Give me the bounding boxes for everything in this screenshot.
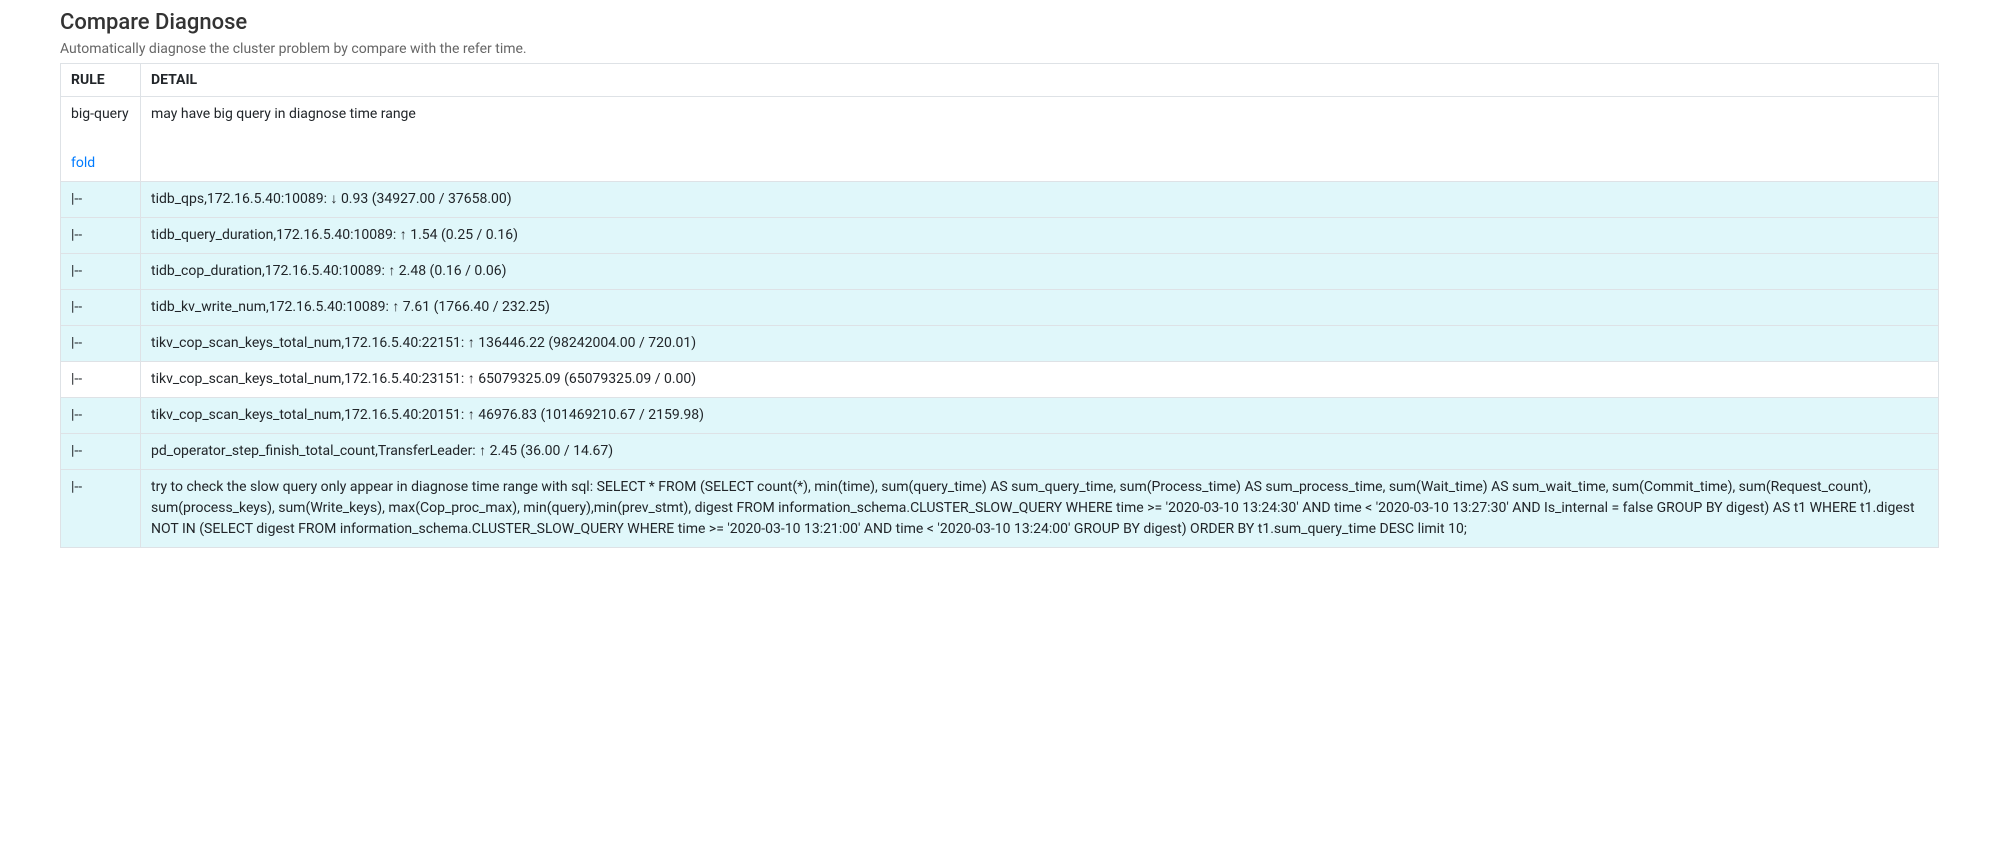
table-row: |--tidb_qps,172.16.5.40:10089: ↓ 0.93 (3… xyxy=(61,182,1939,218)
detail-cell: tikv_cop_scan_keys_total_num,172.16.5.40… xyxy=(141,362,1939,398)
detail-cell: may have big query in diagnose time rang… xyxy=(141,97,1939,182)
detail-cell: tikv_cop_scan_keys_total_num,172.16.5.40… xyxy=(141,398,1939,434)
diagnose-table: RULE DETAIL big-query fold may have big … xyxy=(60,63,1939,548)
detail-cell: try to check the slow query only appear … xyxy=(141,470,1939,548)
fold-link[interactable]: fold xyxy=(71,153,130,174)
rule-cell: |-- xyxy=(61,290,141,326)
table-row: |--tidb_query_duration,172.16.5.40:10089… xyxy=(61,218,1939,254)
rule-cell: |-- xyxy=(61,470,141,548)
detail-cell: tikv_cop_scan_keys_total_num,172.16.5.40… xyxy=(141,326,1939,362)
rule-cell: |-- xyxy=(61,326,141,362)
detail-cell: tidb_cop_duration,172.16.5.40:10089: ↑ 2… xyxy=(141,254,1939,290)
rule-cell: |-- xyxy=(61,434,141,470)
detail-cell: tidb_qps,172.16.5.40:10089: ↓ 0.93 (3492… xyxy=(141,182,1939,218)
table-row: |--tikv_cop_scan_keys_total_num,172.16.5… xyxy=(61,326,1939,362)
table-row: |--pd_operator_step_finish_total_count,T… xyxy=(61,434,1939,470)
table-row: |--tidb_kv_write_num,172.16.5.40:10089: … xyxy=(61,290,1939,326)
rule-cell: |-- xyxy=(61,398,141,434)
col-header-detail: DETAIL xyxy=(141,64,1939,97)
table-row: |--tidb_cop_duration,172.16.5.40:10089: … xyxy=(61,254,1939,290)
page-subtitle: Automatically diagnose the cluster probl… xyxy=(60,41,1939,57)
detail-cell: tidb_query_duration,172.16.5.40:10089: ↑… xyxy=(141,218,1939,254)
rule-cell: |-- xyxy=(61,218,141,254)
table-row: |--tikv_cop_scan_keys_total_num,172.16.5… xyxy=(61,398,1939,434)
detail-cell: pd_operator_step_finish_total_count,Tran… xyxy=(141,434,1939,470)
table-row: |--try to check the slow query only appe… xyxy=(61,470,1939,548)
rule-name: big-query xyxy=(71,106,129,122)
rule-cell: big-query fold xyxy=(61,97,141,182)
table-row: |--tikv_cop_scan_keys_total_num,172.16.5… xyxy=(61,362,1939,398)
rule-cell: |-- xyxy=(61,182,141,218)
rule-cell: |-- xyxy=(61,362,141,398)
table-row: big-query fold may have big query in dia… xyxy=(61,97,1939,182)
detail-cell: tidb_kv_write_num,172.16.5.40:10089: ↑ 7… xyxy=(141,290,1939,326)
rule-cell: |-- xyxy=(61,254,141,290)
page-title: Compare Diagnose xyxy=(60,10,1939,35)
col-header-rule: RULE xyxy=(61,64,141,97)
